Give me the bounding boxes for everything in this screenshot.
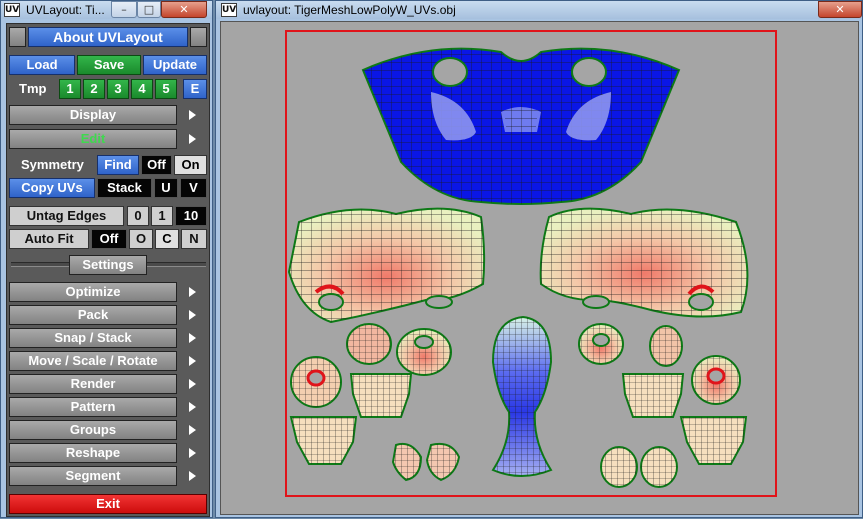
- right-title-bar[interactable]: UV uvlayout: TigerMeshLowPolyW_UVs.obj ✕: [216, 1, 862, 19]
- render-menu-button[interactable]: Render: [9, 374, 177, 394]
- blue-uv-shell[interactable]: [361, 47, 681, 205]
- panel-left-handle[interactable]: [9, 27, 26, 47]
- move-scale-rotate-menu-button[interactable]: Move / Scale / Rotate: [9, 351, 177, 371]
- auto-fit-n-button[interactable]: N: [181, 229, 207, 249]
- optimize-menu-button[interactable]: Optimize: [9, 282, 177, 302]
- uv-canvas[interactable]: [221, 22, 858, 514]
- control-panel: About UVLayout Load Save Update Tmp 1 2 …: [6, 23, 210, 517]
- edit-arrow-icon: [189, 134, 196, 144]
- load-button[interactable]: Load: [9, 55, 75, 75]
- uvlayout-viewport-icon: UV: [221, 3, 237, 17]
- minimize-button[interactable]: –: [111, 1, 137, 18]
- segment-arrow-icon: [189, 471, 196, 481]
- auto-fit-off-button[interactable]: Off: [91, 229, 127, 249]
- pattern-arrow-icon: [189, 402, 196, 412]
- close-button[interactable]: ✕: [161, 1, 207, 18]
- tmp-slot-5[interactable]: 5: [155, 79, 177, 99]
- auto-fit-o-button[interactable]: O: [129, 229, 153, 249]
- u-button[interactable]: U: [154, 178, 178, 198]
- symmetry-on-button[interactable]: On: [174, 155, 207, 175]
- untag-edges-button[interactable]: Untag Edges: [9, 206, 124, 226]
- stack-button[interactable]: Stack: [97, 178, 152, 198]
- groups-arrow-icon: [189, 425, 196, 435]
- tmp-slot-4[interactable]: 4: [131, 79, 153, 99]
- maximize-button[interactable]: □: [137, 1, 161, 18]
- auto-fit-c-button[interactable]: C: [155, 229, 179, 249]
- untag-1-button[interactable]: 1: [151, 206, 173, 226]
- reshape-menu-button[interactable]: Reshape: [9, 443, 177, 463]
- about-button[interactable]: About UVLayout: [28, 27, 188, 47]
- update-button[interactable]: Update: [143, 55, 207, 75]
- uv-viewport-window: UV uvlayout: TigerMeshLowPolyW_UVs.obj ✕: [215, 0, 863, 518]
- tmp-slot-1[interactable]: 1: [59, 79, 81, 99]
- small-uv-shells-left[interactable]: [289, 323, 461, 482]
- tmp-slot-3[interactable]: 3: [107, 79, 129, 99]
- render-arrow-icon: [189, 379, 196, 389]
- edit-menu-button[interactable]: Edit: [9, 129, 177, 149]
- optimize-arrow-icon: [189, 287, 196, 297]
- tmp-edit-button[interactable]: E: [183, 79, 207, 99]
- untag-10-button[interactable]: 10: [175, 206, 207, 226]
- symmetry-off-button[interactable]: Off: [141, 155, 172, 175]
- tmp-label: Tmp: [19, 81, 47, 96]
- pack-menu-button[interactable]: Pack: [9, 305, 177, 325]
- uv-viewport[interactable]: [220, 21, 859, 515]
- display-menu-button[interactable]: Display: [9, 105, 177, 125]
- save-button[interactable]: Save: [77, 55, 141, 75]
- v-button[interactable]: V: [180, 178, 207, 198]
- viewport-close-button[interactable]: ✕: [818, 1, 862, 18]
- uvlayout-control-window: UV UVLayout: Ti... – □ ✕ About UVLayout …: [0, 0, 213, 518]
- untag-0-button[interactable]: 0: [127, 206, 149, 226]
- uvlayout-app-icon: UV: [4, 3, 20, 17]
- reshape-arrow-icon: [189, 448, 196, 458]
- left-window-title: UVLayout: Ti...: [26, 3, 105, 17]
- move-scale-rotate-arrow-icon: [189, 356, 196, 366]
- exit-button[interactable]: Exit: [9, 494, 207, 514]
- center-uv-shell[interactable]: [491, 315, 553, 477]
- pattern-menu-button[interactable]: Pattern: [9, 397, 177, 417]
- pack-arrow-icon: [189, 310, 196, 320]
- settings-button[interactable]: Settings: [69, 255, 147, 275]
- auto-fit-button[interactable]: Auto Fit: [9, 229, 89, 249]
- tmp-slot-2[interactable]: 2: [83, 79, 105, 99]
- segment-menu-button[interactable]: Segment: [9, 466, 177, 486]
- right-cheek-uv-shell[interactable]: [539, 207, 749, 318]
- symmetry-label: Symmetry: [21, 157, 84, 172]
- small-uv-shells-right[interactable]: [578, 323, 748, 488]
- snap-stack-arrow-icon: [189, 333, 196, 343]
- groups-menu-button[interactable]: Groups: [9, 420, 177, 440]
- right-window-title: uvlayout: TigerMeshLowPolyW_UVs.obj: [243, 3, 456, 17]
- display-arrow-icon: [189, 110, 196, 120]
- panel-right-handle[interactable]: [190, 27, 207, 47]
- symmetry-find-button[interactable]: Find: [97, 155, 139, 175]
- left-cheek-uv-shell[interactable]: [287, 207, 486, 324]
- left-title-bar[interactable]: UV UVLayout: Ti... – □ ✕: [1, 1, 212, 19]
- copy-uvs-button[interactable]: Copy UVs: [9, 178, 95, 198]
- snap-stack-menu-button[interactable]: Snap / Stack: [9, 328, 177, 348]
